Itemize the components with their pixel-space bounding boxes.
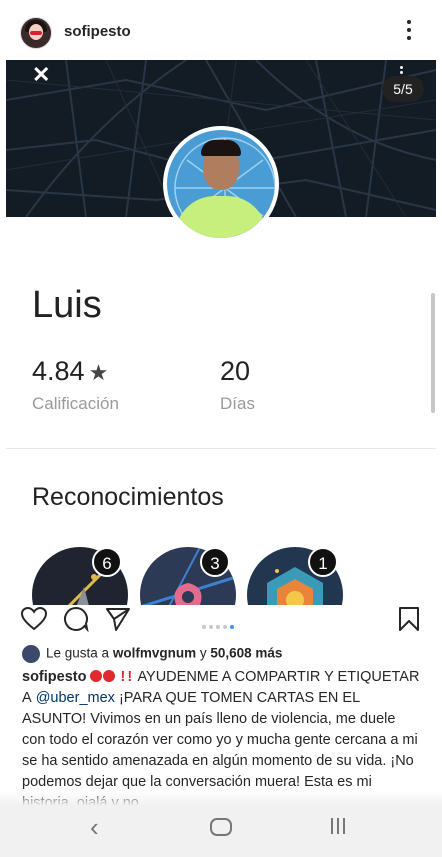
avatar-glasses <box>30 31 42 35</box>
likes-count[interactable]: 50,608 más <box>210 646 282 661</box>
likes-line: Le gusta a wolfmvgnum y 50,608 más <box>22 645 282 663</box>
carousel-dot <box>209 625 213 629</box>
bookmark-icon[interactable] <box>397 606 421 632</box>
carousel-dot <box>202 625 206 629</box>
driver-name: Luis <box>32 284 102 326</box>
driver-photo <box>163 126 279 242</box>
back-icon[interactable]: ‹ <box>90 812 99 843</box>
divider <box>6 448 436 449</box>
heart-icon[interactable] <box>20 606 48 632</box>
post-media[interactable]: ✕ 5/5 Luis 4.84 ★ Calificación 20 Días Re… <box>6 60 436 605</box>
recent-apps-icon[interactable] <box>331 818 349 839</box>
comment-icon[interactable] <box>62 606 90 632</box>
carousel-indicator <box>202 616 237 634</box>
carousel-dot <box>223 625 227 629</box>
star-icon: ★ <box>88 360 109 385</box>
caption-mention[interactable]: @uber_mex <box>36 690 115 706</box>
driver-hair <box>201 140 241 156</box>
home-icon[interactable] <box>210 818 232 836</box>
exclamation-icon: ! <box>120 669 126 685</box>
badge-count: 6 <box>92 547 122 577</box>
exclamation-icon: ! <box>127 669 133 685</box>
badge-count: 3 <box>200 547 230 577</box>
carousel-dot-active <box>230 625 234 629</box>
caption-fade <box>0 790 442 806</box>
scrollbar[interactable] <box>431 293 435 413</box>
share-icon[interactable] <box>104 606 132 632</box>
post-username[interactable]: sofipesto <box>64 23 131 40</box>
caption-username[interactable]: sofipesto <box>22 669 86 685</box>
post-caption: sofipesto !! AYUDENME A COMPARTIR Y ETIQ… <box>22 667 422 805</box>
liker-username[interactable]: wolfmvgnum <box>113 646 196 661</box>
carousel-dot <box>216 625 220 629</box>
likes-joiner: y <box>199 645 207 661</box>
more-options-icon[interactable] <box>402 18 416 42</box>
avatar[interactable] <box>20 17 52 49</box>
rating-value: 4.84 ★ <box>32 356 108 387</box>
days-value: 20 <box>220 356 251 386</box>
rating-number: 4.84 <box>32 356 85 386</box>
rating-label: Calificación <box>32 394 119 413</box>
days-label: Días <box>220 394 255 413</box>
likes-prefix: Le gusta a <box>46 645 110 661</box>
red-circle-icon <box>103 670 116 682</box>
badge-count: 1 <box>308 547 338 577</box>
caption-text-2: ¡PARA QUE TOMEN CARTAS EN EL ASUNTO! Viv… <box>22 690 418 805</box>
red-circle-icon <box>90 670 103 682</box>
story-counter: 5/5 <box>382 76 424 102</box>
close-icon[interactable]: ✕ <box>32 62 50 88</box>
liker-avatar[interactable] <box>22 645 40 663</box>
recognitions-title: Reconocimientos <box>32 483 224 511</box>
